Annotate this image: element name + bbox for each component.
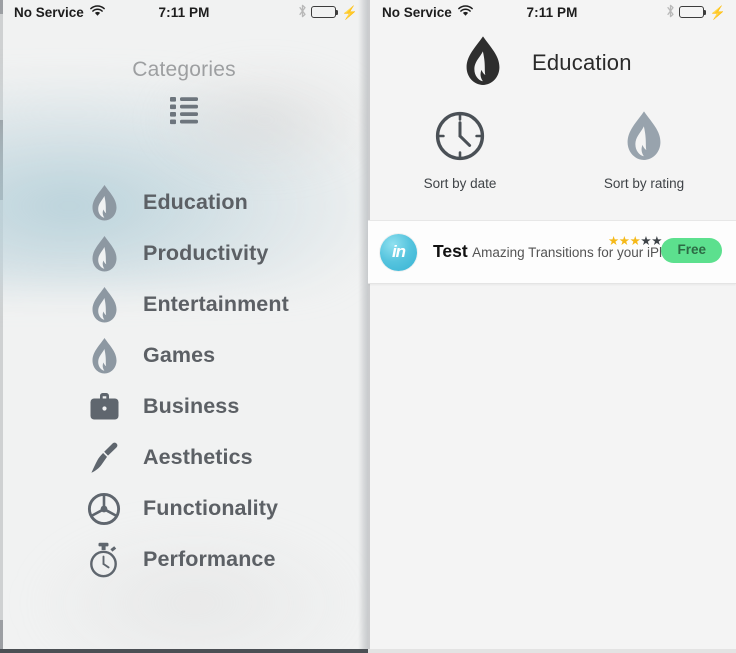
steering-wheel-icon [84, 492, 124, 526]
categories-screen: No Service 7:11 PM ⚡ Categories Educatio… [0, 0, 368, 653]
category-item-performance[interactable]: Performance [0, 534, 368, 585]
flame-icon [84, 184, 124, 222]
status-bar-left: No Service 7:11 PM ⚡ [0, 0, 368, 24]
clock-icon [434, 110, 486, 167]
flame-icon [84, 286, 124, 324]
flame-icon [84, 337, 124, 375]
category-item-aesthetics[interactable]: Aesthetics [0, 432, 368, 483]
lightning-bolt-icon: ⚡ [709, 4, 726, 20]
sort-bar: Sort by date Sort by rating [368, 110, 736, 191]
sort-by-date-button[interactable]: Sort by date [368, 110, 552, 191]
category-list: Education Productivity Entertainment Gam… [0, 177, 368, 585]
star-filled: ★ [607, 234, 619, 248]
stopwatch-icon [84, 542, 124, 578]
paintbrush-icon [84, 441, 124, 475]
sort-by-rating-label: Sort by rating [603, 176, 685, 191]
star-filled: ★ [618, 234, 630, 248]
device-bottom-edge [368, 649, 736, 653]
category-label: Education [143, 190, 248, 214]
dual-phone-screenshot: No Service 7:11 PM ⚡ Categories Educatio… [0, 0, 736, 653]
bluetooth-icon [298, 4, 307, 21]
status-bar-indicators: ⚡ [298, 4, 358, 21]
app-thumbnail-icon: in [380, 233, 417, 271]
lightning-bolt-icon: ⚡ [341, 4, 358, 20]
app-name: Test [433, 241, 468, 262]
category-item-games[interactable]: Games [0, 330, 368, 381]
category-item-functionality[interactable]: Functionality [0, 483, 368, 534]
category-item-productivity[interactable]: Productivity [0, 228, 368, 279]
sort-by-date-label: Sort by date [423, 176, 497, 191]
category-item-education[interactable]: Education [0, 177, 368, 228]
categories-header: Categories [0, 58, 368, 125]
category-detail-screen: No Service 7:11 PM ⚡ Education Sort by d… [368, 0, 736, 653]
rating-stars: ★★★★★ [608, 235, 662, 248]
category-label: Functionality [143, 496, 279, 520]
app-thumbnail-glyph: in [391, 242, 406, 261]
star-filled: ★ [629, 234, 641, 248]
category-label: Business [143, 394, 240, 418]
category-label: Performance [143, 547, 276, 571]
category-item-entertainment[interactable]: Entertainment [0, 279, 368, 330]
list-icon[interactable] [0, 95, 368, 125]
category-item-business[interactable]: Business [0, 381, 368, 432]
flame-icon [84, 235, 124, 273]
battery-icon [310, 6, 339, 18]
sort-by-rating-button[interactable]: Sort by rating [552, 110, 736, 191]
battery-nub [704, 10, 707, 16]
app-list-item[interactable]: in Test Amazing Transitions for your iPh… [368, 220, 736, 284]
detail-header: Education [368, 24, 736, 102]
app-list: in Test Amazing Transitions for your iPh… [368, 220, 736, 284]
status-bar-right: No Service 7:11 PM ⚡ [368, 0, 736, 24]
battery-nub [336, 10, 339, 16]
battery-icon [678, 6, 707, 18]
star-empty: ★ [640, 234, 652, 248]
briefcase-icon [84, 391, 124, 423]
price-button[interactable]: Free [661, 238, 722, 263]
detail-title: Education [532, 50, 632, 75]
flame-icon [464, 35, 502, 92]
category-label: Games [143, 343, 216, 367]
device-bottom-edge [0, 649, 368, 653]
category-label: Aesthetics [143, 445, 253, 469]
bluetooth-icon [666, 4, 675, 21]
flame-icon [625, 110, 663, 167]
category-label: Productivity [143, 241, 269, 265]
page-title: Categories [132, 58, 236, 81]
category-label: Entertainment [143, 292, 289, 316]
star-empty: ★ [651, 234, 662, 248]
status-bar-indicators: ⚡ [666, 4, 726, 21]
